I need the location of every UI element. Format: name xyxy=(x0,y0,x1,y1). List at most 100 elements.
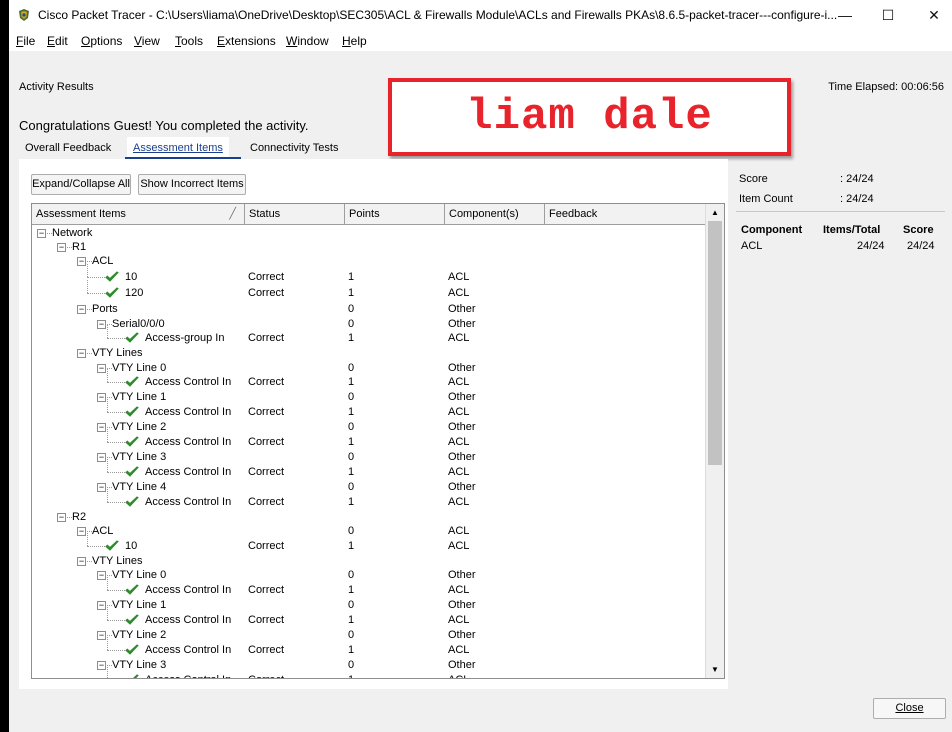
tree-group-row[interactable]: − VTY Line 1 0 Other xyxy=(32,390,705,405)
item-status: Correct xyxy=(248,271,285,283)
tree-group-row[interactable]: − VTY Lines xyxy=(32,346,705,361)
minus-box-icon[interactable]: − xyxy=(97,601,106,610)
col-assessment-items[interactable]: Assessment Items ╱ xyxy=(32,204,245,224)
tree-group-row[interactable]: − VTY Lines xyxy=(32,554,705,569)
tree-group-row[interactable]: − VTY Line 3 0 Other xyxy=(32,658,705,673)
minus-box-icon[interactable]: − xyxy=(77,305,86,314)
tree-group-row[interactable]: − VTY Line 0 0 Other xyxy=(32,361,705,376)
minus-box-icon[interactable]: − xyxy=(97,631,106,640)
tree-connector xyxy=(87,293,105,294)
tab-overall-feedback[interactable]: Overall Feedback xyxy=(19,137,117,159)
minus-box-icon[interactable]: − xyxy=(97,453,106,462)
tree-group-row[interactable]: − Network xyxy=(32,226,705,241)
menu-options[interactable]: Options xyxy=(81,34,122,48)
tree-group-row[interactable]: − Ports 0 Other xyxy=(32,302,705,317)
col-feedback[interactable]: Feedback xyxy=(545,204,705,224)
tree-item-row[interactable]: Access Control In Correct 1 ACL xyxy=(32,667,705,678)
menu-tools[interactable]: Tools xyxy=(175,34,203,48)
item-name: Access Control In xyxy=(145,436,232,448)
tree-item-row[interactable]: Access Control In Correct 1 ACL xyxy=(32,577,705,598)
tree-group-row[interactable]: − ACL xyxy=(32,254,705,269)
item-name: Access Control In xyxy=(145,673,244,678)
item-name: Access Control In xyxy=(145,376,232,388)
minus-box-icon[interactable]: − xyxy=(97,423,106,432)
minus-box-icon[interactable]: − xyxy=(97,571,106,580)
tree-header: Assessment Items ╱ Status Points Componen… xyxy=(32,204,705,225)
minus-box-icon[interactable]: − xyxy=(57,513,66,522)
tree-item-row[interactable]: Access-group In Correct 1 ACL xyxy=(32,325,705,346)
item-name: Access Control In xyxy=(145,406,232,418)
menu-file[interactable]: File xyxy=(16,34,35,48)
minus-box-icon[interactable]: − xyxy=(97,364,106,373)
tree-scrollbar[interactable]: ▲ ▼ xyxy=(705,204,724,678)
minus-box-icon[interactable]: − xyxy=(37,229,46,238)
show-incorrect-button[interactable]: Show Incorrect Items xyxy=(138,174,246,195)
minus-box-icon[interactable]: − xyxy=(97,320,106,329)
tree-group-row[interactable]: − VTY Line 1 0 Other xyxy=(32,598,705,613)
col-components[interactable]: Component(s) xyxy=(445,204,545,224)
triangle-up-icon[interactable]: ▲ xyxy=(706,204,724,221)
close-window-button[interactable]: ✕ xyxy=(919,4,949,26)
tree-group-row[interactable]: − VTY Line 2 0 Other xyxy=(32,628,705,643)
tree-item-row[interactable]: 10 Correct 1 ACL xyxy=(32,264,705,285)
item-component: Other xyxy=(448,318,476,330)
tree-group-row[interactable]: − ACL 0 ACL xyxy=(32,524,705,539)
item-name: VTY Line 2 xyxy=(112,629,167,641)
item-points: 0 xyxy=(348,569,355,581)
tab-connectivity-tests[interactable]: Connectivity Tests xyxy=(244,137,344,159)
menu-window[interactable]: Window xyxy=(286,34,329,48)
minus-box-icon[interactable]: − xyxy=(97,393,106,402)
tree-item-row[interactable]: 10 Correct 1 ACL xyxy=(32,533,705,554)
tree-item-row[interactable]: Access Control In Correct 1 ACL xyxy=(32,459,705,480)
scrollbar-thumb[interactable] xyxy=(708,221,722,465)
minus-box-icon[interactable]: − xyxy=(97,661,106,670)
minimize-button[interactable]: — xyxy=(830,4,860,26)
item-component: ACL xyxy=(448,644,470,656)
item-name: VTY Lines xyxy=(92,555,143,567)
menu-help[interactable]: Help xyxy=(342,34,367,48)
menu-extensions[interactable]: Extensions xyxy=(217,34,276,48)
minus-box-icon[interactable]: − xyxy=(97,483,106,492)
expand-collapse-button[interactable]: Expand/Collapse All xyxy=(31,174,131,195)
close-button[interactable]: Close xyxy=(873,698,946,719)
item-points: 0 xyxy=(348,362,355,374)
tree-item-row[interactable]: Access Control In Correct 1 ACL xyxy=(32,637,705,658)
tree-group-row[interactable]: − Serial0/0/0 0 Other xyxy=(32,317,705,332)
item-points: 1 xyxy=(348,584,355,596)
assessment-tree[interactable]: Assessment Items ╱ Status Points Componen… xyxy=(31,203,725,679)
tree-item-row[interactable]: Access Control In Correct 1 ACL xyxy=(32,607,705,628)
maximize-button[interactable]: ☐ xyxy=(873,4,903,26)
tree-group-row[interactable]: − VTY Line 0 0 Other xyxy=(32,568,705,583)
item-name: Serial0/0/0 xyxy=(112,318,165,330)
menu-edit[interactable]: Edit xyxy=(47,34,68,48)
minus-box-icon[interactable]: − xyxy=(77,349,86,358)
tree-connector xyxy=(107,472,125,473)
tree-group-row[interactable]: − VTY Line 2 0 Other xyxy=(32,420,705,435)
item-points: 0 xyxy=(348,481,355,493)
item-component: ACL xyxy=(448,614,470,626)
tree-item-row[interactable]: Access Control In Correct 1 ACL xyxy=(32,399,705,420)
minus-box-icon[interactable]: − xyxy=(77,527,86,536)
tab-assessment-items[interactable]: Assessment Items xyxy=(127,137,229,159)
col-status[interactable]: Status xyxy=(245,204,345,224)
tree-item-row[interactable]: 120 Correct 1 ACL xyxy=(32,280,705,301)
minus-box-icon[interactable]: − xyxy=(77,557,86,566)
tree-group-row[interactable]: − R1 xyxy=(32,240,705,255)
triangle-down-icon[interactable]: ▼ xyxy=(706,661,724,678)
col-points[interactable]: Points xyxy=(345,204,445,224)
item-name: VTY Line 3 xyxy=(112,451,167,463)
tree-group-row[interactable]: − VTY Line 4 0 Other xyxy=(32,480,705,495)
tree-item-row[interactable]: Access Control In Correct 1 ACL xyxy=(32,489,705,510)
minus-box-icon[interactable]: − xyxy=(77,257,86,266)
menu-view[interactable]: View xyxy=(134,34,160,48)
item-component: ACL xyxy=(448,496,470,508)
tree-item-row[interactable]: Access Control In Correct 1 ACL xyxy=(32,369,705,390)
tree-item-row[interactable]: Access Control In Correct 1 ACL xyxy=(32,429,705,450)
summary-component: ACL xyxy=(741,240,763,252)
minus-box-icon[interactable]: − xyxy=(57,243,66,252)
tree-group-row[interactable]: − VTY Line 3 0 Other xyxy=(32,450,705,465)
item-name: 10 xyxy=(125,271,138,283)
item-points: 1 xyxy=(348,614,355,626)
green-check-icon xyxy=(105,287,119,298)
tree-group-row[interactable]: − R2 xyxy=(32,510,705,525)
